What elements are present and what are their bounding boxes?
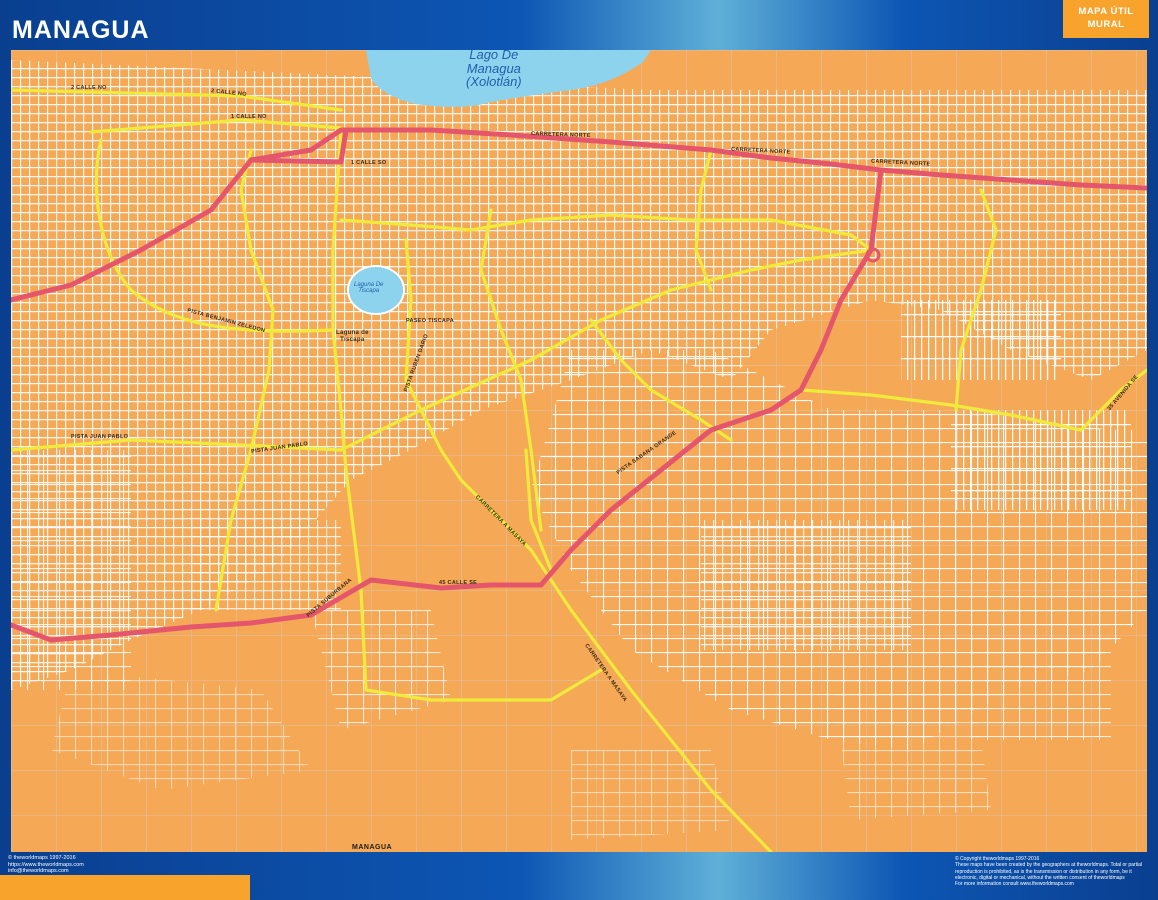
road-label: PASEO TISCAPA (406, 318, 455, 324)
road-label: 2 CALLE NO (71, 85, 107, 91)
footer-left-line1: © theworldmaps 1997-2016 (8, 855, 76, 861)
place-label-tiscapa-line2: Tiscapa (340, 337, 365, 344)
road-label: 1 CALLE NO (231, 114, 267, 120)
footer-right-line5: For more information consult www.theworl… (955, 881, 1074, 887)
map-title: MANAGUA (12, 16, 150, 44)
map-canvas (11, 50, 1147, 852)
road-label: 1 CALLE SO (351, 160, 387, 166)
coordinate-grid (11, 50, 1147, 852)
footer-right-line2: These maps have been created by the geog… (955, 862, 1142, 869)
lagoon-water-label: Laguna De Tiscapa (354, 282, 383, 295)
lake-label: Lago De Managua (Xolotlán) (466, 50, 522, 89)
lagoon-label-line2: Tiscapa (358, 288, 380, 295)
road-label: 45 CALLE SE (439, 580, 478, 586)
brand-badge-line1: MAPA ÚTIL (1078, 6, 1134, 17)
brand-badge-line2: MURAL (1087, 18, 1125, 30)
footer-copyright-right: © Copyright theworldmaps 1997-2016 These… (955, 856, 1150, 887)
place-label-tiscapa: Laguna de Tiscapa (336, 330, 369, 344)
lagoon-label-line1: Laguna De (354, 282, 384, 288)
footer-copyright-left: © theworldmaps 1997-2016 https://www.the… (8, 855, 84, 875)
road-label: PISTA JUAN PABLO (71, 434, 129, 440)
footer-right-line3: reproduction is prohibited, as is the tr… (955, 868, 1132, 875)
brand-badge[interactable]: MAPA ÚTIL MURAL (1063, 0, 1149, 38)
lake-label-line3: (Xolotlán) (466, 74, 522, 90)
bottom-city-label: MANAGUA (352, 844, 393, 851)
footer-left-line3[interactable]: info@theworldmaps.com (8, 868, 84, 875)
place-label-tiscapa-line1: Laguna de (336, 330, 369, 336)
city-map[interactable]: Lago De Managua (Xolotlán) Laguna De Tis… (11, 50, 1147, 852)
footer-left-line2[interactable]: https://www.theworldmaps.com (8, 862, 84, 869)
footer-accent-bar (0, 875, 250, 900)
